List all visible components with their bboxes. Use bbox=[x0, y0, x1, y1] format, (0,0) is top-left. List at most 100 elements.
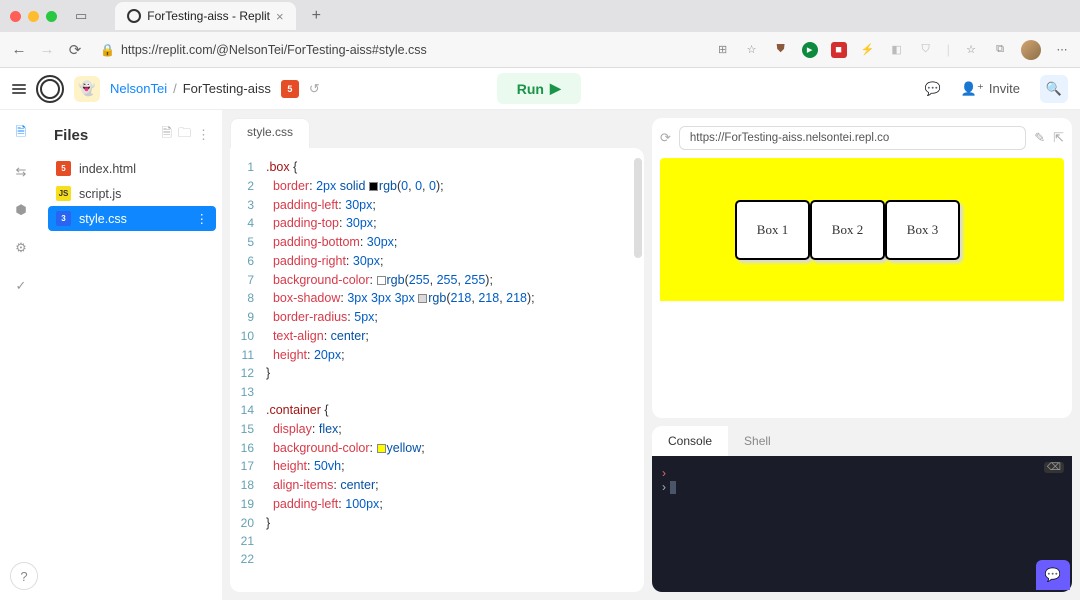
invite-button[interactable]: 👤⁺ Invite bbox=[951, 76, 1030, 102]
invite-label: Invite bbox=[989, 81, 1020, 96]
file-type-icon: 3 bbox=[56, 211, 71, 226]
code-line[interactable]: 11 height: 20px; bbox=[230, 346, 644, 365]
code-line[interactable]: 14.container { bbox=[230, 401, 644, 420]
line-number: 8 bbox=[230, 289, 266, 308]
extensions-icon[interactable]: ⊞ bbox=[715, 42, 731, 58]
file-item-script-js[interactable]: JSscript.js bbox=[42, 181, 222, 206]
preview-url[interactable]: https://ForTesting-aiss.nelsontei.repl.c… bbox=[679, 126, 1026, 150]
code-line[interactable]: 4 padding-top: 30px; bbox=[230, 214, 644, 233]
line-number: 2 bbox=[230, 177, 266, 196]
tab-shell[interactable]: Shell bbox=[728, 426, 787, 456]
shield-ext-icon[interactable]: ⛉ bbox=[918, 42, 934, 58]
code-line[interactable]: 20} bbox=[230, 514, 644, 533]
new-tab-icon[interactable]: + bbox=[312, 7, 321, 25]
gray-ext-icon[interactable]: ◧ bbox=[889, 42, 905, 58]
green-ext-icon[interactable]: ▸ bbox=[802, 42, 818, 58]
code-line[interactable]: 2 border: 2px solid rgb(0, 0, 0); bbox=[230, 177, 644, 196]
line-number: 5 bbox=[230, 233, 266, 252]
preview-reload-icon[interactable]: ⟳ bbox=[660, 130, 671, 146]
code-line[interactable]: 18 align-items: center; bbox=[230, 476, 644, 495]
packages-rail-icon[interactable]: ⬢ bbox=[11, 200, 31, 220]
files-more-icon[interactable]: ⋮ bbox=[197, 127, 210, 143]
new-file-icon[interactable]: 🗎 bbox=[162, 124, 172, 146]
profile-avatar[interactable] bbox=[1021, 40, 1041, 60]
editor-tab-stylecss[interactable]: style.css bbox=[230, 118, 310, 148]
code-line[interactable]: 3 padding-left: 30px; bbox=[230, 196, 644, 215]
replit-logo-icon[interactable] bbox=[36, 75, 64, 103]
close-tab-icon[interactable]: × bbox=[276, 9, 284, 24]
hacker-badge-icon[interactable]: 👻 bbox=[74, 76, 100, 102]
files-rail-icon[interactable]: 🗎 bbox=[11, 124, 31, 144]
address-bar[interactable]: 🔒 https://replit.com/@NelsonTei/ForTesti… bbox=[94, 40, 614, 60]
main-area: 🗎 ⇆ ⬢ ⚙ ✓ Files 🗎 🗀 ⋮ 5index.htmlJSscrip… bbox=[0, 110, 1080, 600]
code-line[interactable]: 9 border-radius: 5px; bbox=[230, 308, 644, 327]
code-line[interactable]: 10 text-align: center; bbox=[230, 327, 644, 346]
console-prompt: › bbox=[662, 466, 666, 480]
extensions-area: ⊞ ☆ ⛊ ▸ ■ ⚡ ◧ ⛉ | ☆ ⧉ ⋯ bbox=[715, 40, 1070, 60]
code-line[interactable]: 1.box { bbox=[230, 158, 644, 177]
bookmark-icon[interactable]: ☆ bbox=[963, 42, 979, 58]
editor-scrollbar[interactable] bbox=[634, 158, 642, 258]
files-panel: Files 🗎 🗀 ⋮ 5index.htmlJSscript.js3style… bbox=[42, 110, 222, 600]
search-button[interactable]: 🔍 bbox=[1040, 75, 1068, 103]
console-clear-icon[interactable]: ⌫ bbox=[1044, 462, 1064, 473]
reload-icon[interactable]: ⟳ bbox=[66, 41, 84, 59]
tab-console[interactable]: Console bbox=[652, 426, 728, 456]
code-editor[interactable]: 1.box {2 border: 2px solid rgb(0, 0, 0);… bbox=[230, 148, 644, 592]
line-number: 3 bbox=[230, 196, 266, 215]
line-number: 12 bbox=[230, 364, 266, 383]
code-line[interactable]: 17 height: 50vh; bbox=[230, 457, 644, 476]
star-icon[interactable]: ☆ bbox=[744, 42, 760, 58]
code-line[interactable]: 16 background-color: yellow; bbox=[230, 439, 644, 458]
preview-open-icon[interactable]: ⇱ bbox=[1053, 130, 1064, 146]
code-line[interactable]: 7 background-color: rgb(255, 255, 255); bbox=[230, 271, 644, 290]
code-content: align-items: center; bbox=[266, 476, 379, 495]
collections-icon[interactable]: ⧉ bbox=[992, 42, 1008, 58]
chat-icon[interactable]: 💬 bbox=[925, 81, 941, 97]
intercom-chat-button[interactable]: 💬 bbox=[1036, 560, 1070, 590]
check-rail-icon[interactable]: ✓ bbox=[11, 276, 31, 296]
files-header: Files 🗎 🗀 ⋮ bbox=[42, 120, 222, 156]
hamburger-icon[interactable] bbox=[12, 84, 26, 94]
code-line[interactable]: 12} bbox=[230, 364, 644, 383]
file-item-style-css[interactable]: 3style.css⋮ bbox=[48, 206, 216, 231]
vcs-rail-icon[interactable]: ⇆ bbox=[11, 162, 31, 182]
code-line[interactable]: 21 bbox=[230, 532, 644, 550]
maximize-window-icon[interactable] bbox=[46, 11, 57, 22]
minimize-window-icon[interactable] bbox=[28, 11, 39, 22]
code-content: background-color: yellow; bbox=[266, 439, 425, 458]
code-line[interactable]: 8 box-shadow: 3px 3px 3px rgb(218, 218, … bbox=[230, 289, 644, 308]
forward-icon: → bbox=[38, 41, 56, 58]
editor-tabs: style.css bbox=[230, 118, 644, 148]
tab-title: ForTesting-aiss - Replit bbox=[147, 9, 270, 23]
ublock-icon[interactable]: ⛊ bbox=[773, 42, 789, 58]
search-icon: 🔍 bbox=[1046, 81, 1062, 97]
file-more-icon[interactable]: ⋮ bbox=[196, 211, 209, 226]
more-icon[interactable]: ⋯ bbox=[1054, 42, 1070, 58]
help-button[interactable]: ? bbox=[10, 562, 38, 590]
code-line[interactable]: 13 bbox=[230, 383, 644, 401]
code-line[interactable]: 15 display: flex; bbox=[230, 420, 644, 439]
code-line[interactable]: 5 padding-bottom: 30px; bbox=[230, 233, 644, 252]
red-ext-icon[interactable]: ■ bbox=[831, 42, 847, 58]
code-line[interactable]: 19 padding-left: 100px; bbox=[230, 495, 644, 514]
close-window-icon[interactable] bbox=[10, 11, 21, 22]
code-line[interactable]: 6 padding-right: 30px; bbox=[230, 252, 644, 271]
code-content: display: flex; bbox=[266, 420, 342, 439]
back-icon[interactable]: ← bbox=[10, 41, 28, 58]
code-line[interactable]: 22 bbox=[230, 550, 644, 568]
breadcrumb-project[interactable]: ForTesting-aiss bbox=[183, 81, 271, 96]
run-button[interactable]: Run ▶ bbox=[497, 73, 581, 104]
editor-area: style.css 1.box {2 border: 2px solid rgb… bbox=[230, 118, 644, 592]
sidebar-toggle-icon[interactable]: ▭ bbox=[75, 8, 87, 24]
blue-ext-icon[interactable]: ⚡ bbox=[860, 42, 876, 58]
browser-tab[interactable]: ForTesting-aiss - Replit × bbox=[115, 2, 295, 30]
breadcrumb-user[interactable]: NelsonTei bbox=[110, 81, 167, 96]
preview-edit-icon[interactable]: ✎ bbox=[1034, 130, 1045, 146]
settings-rail-icon[interactable]: ⚙ bbox=[11, 238, 31, 258]
breadcrumb: NelsonTei / ForTesting-aiss bbox=[110, 81, 271, 96]
new-folder-icon[interactable]: 🗀 bbox=[178, 124, 191, 146]
console-body[interactable]: › › ⌫ bbox=[652, 456, 1072, 592]
file-item-index-html[interactable]: 5index.html bbox=[42, 156, 222, 181]
history-icon[interactable]: ↺ bbox=[309, 81, 320, 97]
